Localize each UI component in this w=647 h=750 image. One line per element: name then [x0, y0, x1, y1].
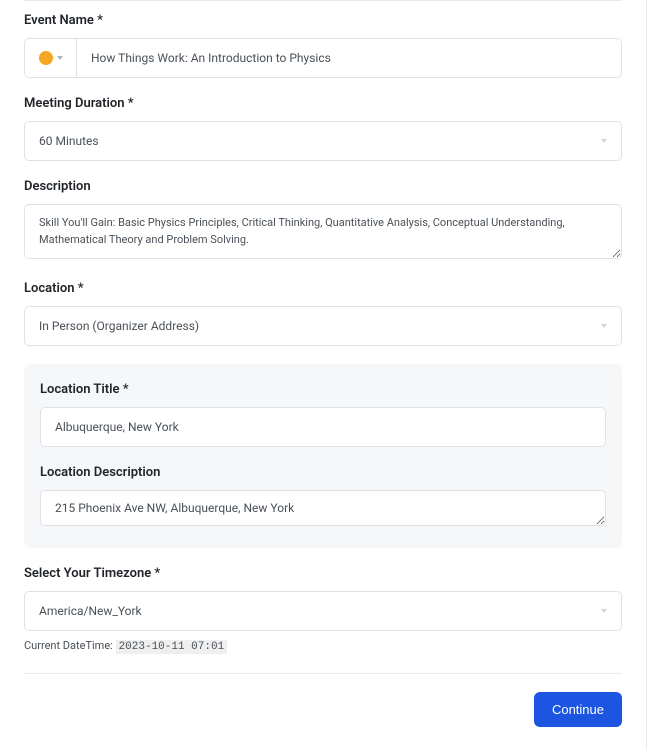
- meeting-duration-value: 60 Minutes: [39, 134, 99, 148]
- continue-button[interactable]: Continue: [534, 692, 622, 727]
- current-datetime-row: Current DateTime: 2023-10-11 07:01: [24, 639, 622, 653]
- location-description-label: Location Description: [40, 465, 606, 480]
- location-details-box: Location Title * Location Description 21…: [24, 364, 622, 548]
- bottom-divider: [24, 673, 622, 674]
- button-row: Continue: [24, 692, 622, 727]
- location-description-group: Location Description 215 Phoenix Ave NW,…: [40, 465, 606, 530]
- location-title-group: Location Title *: [40, 382, 606, 447]
- timezone-label: Select Your Timezone *: [24, 566, 622, 581]
- color-dot-icon: [39, 51, 53, 65]
- location-value: In Person (Organizer Address): [39, 319, 199, 333]
- timezone-value: America/New_York: [39, 604, 142, 618]
- event-name-input[interactable]: [76, 38, 622, 78]
- event-form: Event Name * Meeting Duration * 60 Minut…: [0, 0, 647, 750]
- top-divider: [24, 0, 622, 1]
- meeting-duration-label: Meeting Duration *: [24, 96, 622, 111]
- event-name-group: Event Name *: [24, 13, 622, 78]
- meeting-duration-group: Meeting Duration * 60 Minutes: [24, 96, 622, 161]
- timezone-select[interactable]: America/New_York: [24, 591, 622, 631]
- location-group: Location * In Person (Organizer Address): [24, 281, 622, 346]
- color-picker[interactable]: [24, 38, 76, 78]
- chevron-down-icon: [601, 324, 607, 328]
- description-textarea[interactable]: Skill You'll Gain: Basic Physics Princip…: [24, 204, 622, 259]
- location-description-textarea[interactable]: 215 Phoenix Ave NW, Albuquerque, New Yor…: [40, 490, 606, 526]
- chevron-down-icon: [601, 139, 607, 143]
- chevron-down-icon: [601, 609, 607, 613]
- description-group: Description Skill You'll Gain: Basic Phy…: [24, 179, 622, 263]
- location-label: Location *: [24, 281, 622, 296]
- event-name-row: [24, 38, 622, 78]
- event-name-label: Event Name *: [24, 13, 622, 28]
- current-datetime-label: Current DateTime:: [24, 639, 116, 652]
- description-label: Description: [24, 179, 622, 194]
- location-select[interactable]: In Person (Organizer Address): [24, 306, 622, 346]
- location-title-label: Location Title *: [40, 382, 606, 397]
- chevron-down-icon: [57, 56, 63, 60]
- meeting-duration-select[interactable]: 60 Minutes: [24, 121, 622, 161]
- current-datetime-value: 2023-10-11 07:01: [116, 640, 228, 654]
- location-title-input[interactable]: [40, 407, 606, 447]
- timezone-group: Select Your Timezone * America/New_York …: [24, 566, 622, 653]
